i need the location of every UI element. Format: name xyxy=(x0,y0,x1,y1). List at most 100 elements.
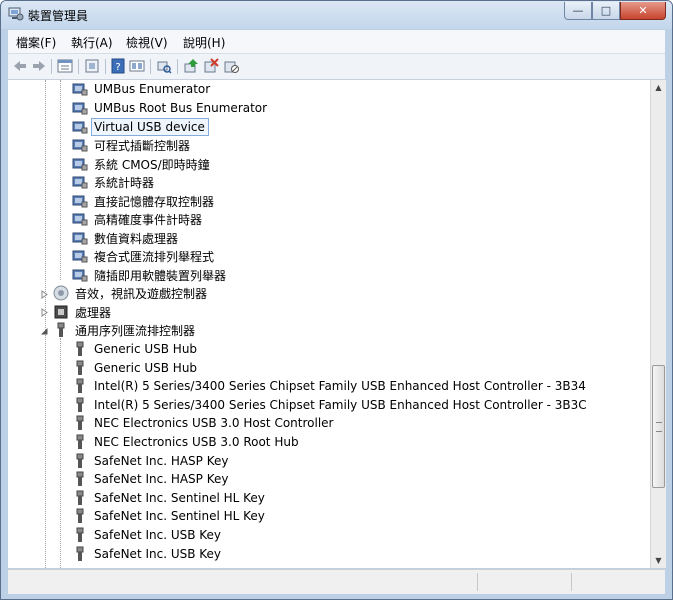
help-icon[interactable]: ? xyxy=(110,58,126,74)
system-device-icon xyxy=(72,195,88,208)
scan-hardware-icon[interactable] xyxy=(156,58,172,74)
forward-arrow-icon[interactable] xyxy=(31,58,47,74)
menu-bar: 檔案(F) 執行(A) 檢視(V) 說明(H) xyxy=(8,30,665,54)
uninstall-icon[interactable] xyxy=(203,58,219,74)
category-label: 音效，視訊及遊戲控制器 xyxy=(75,286,208,301)
processor-chip-icon xyxy=(54,305,68,319)
device-label: NEC Electronics USB 3.0 Host Controller xyxy=(94,416,334,430)
status-bar xyxy=(8,569,665,594)
tree-item[interactable]: 複合式匯流排列舉程式 xyxy=(72,247,214,265)
system-device-icon xyxy=(72,102,88,115)
tree-category-processor[interactable]: 處理器 xyxy=(53,303,111,321)
vertical-scrollbar[interactable]: ▲ ▼ xyxy=(650,80,666,568)
tree-item[interactable]: NEC Electronics USB 3.0 Host Controller xyxy=(72,414,333,432)
system-device-icon xyxy=(72,213,88,226)
device-label: 數值資料處理器 xyxy=(94,231,179,246)
maximize-button[interactable]: □ xyxy=(592,2,620,20)
tree-item[interactable]: Intel(R) 5 Series/3400 Series Chipset Fa… xyxy=(72,377,586,395)
device-view-icon[interactable] xyxy=(84,58,100,74)
device-label: 高精確度事件計時器 xyxy=(94,212,203,227)
usb-connector-icon xyxy=(76,471,84,486)
grip-icon xyxy=(656,422,662,432)
tree-connector xyxy=(60,338,61,568)
tree-category-sound[interactable]: 音效，視訊及遊戲控制器 xyxy=(53,284,207,302)
system-device-icon xyxy=(72,139,88,152)
tree-connector xyxy=(45,80,46,568)
system-device-icon xyxy=(72,232,88,245)
toolbar-separator xyxy=(150,59,151,74)
device-label: Generic USB Hub xyxy=(94,342,198,356)
device-label: UMBus Enumerator xyxy=(94,82,211,96)
menu-help[interactable]: 說明(H) xyxy=(183,34,225,51)
tree-item[interactable]: SafeNet Inc. USB Key xyxy=(72,526,221,544)
system-device-icon xyxy=(72,83,88,96)
tree-item[interactable]: 隨插即用軟體裝置列舉器 xyxy=(72,266,226,284)
tree-item[interactable]: 系統計時器 xyxy=(72,173,154,191)
window-controls: — □ ✕ xyxy=(564,2,666,20)
collapse-arrow-icon[interactable] xyxy=(40,327,49,336)
tree-item[interactable]: 可程式插斷控制器 xyxy=(72,136,190,154)
device-label: 系統 CMOS/即時時鐘 xyxy=(94,157,210,172)
tree-item[interactable]: SafeNet Inc. HASP Key xyxy=(72,452,228,470)
device-label: 複合式匯流排列舉程式 xyxy=(94,249,215,264)
system-device-icon xyxy=(72,250,88,263)
title-bar[interactable]: 裝置管理員 — □ ✕ xyxy=(1,1,672,29)
tree-item[interactable]: Intel(R) 5 Series/3400 Series Chipset Fa… xyxy=(72,396,587,414)
tree-item[interactable]: 直接記憶體存取控制器 xyxy=(72,192,214,210)
menu-action[interactable]: 執行(A) xyxy=(71,34,113,51)
toolbar-separator xyxy=(51,59,52,74)
tree-item[interactable]: 數值資料處理器 xyxy=(72,229,178,247)
scroll-down-arrow-icon[interactable]: ▼ xyxy=(651,553,666,568)
window-title: 裝置管理員 xyxy=(28,9,89,23)
device-manager-window: 裝置管理員 — □ ✕ 檔案(F) 執行(A) 檢視(V) 說明(H) ? UM… xyxy=(0,0,673,600)
device-label: 可程式插斷控制器 xyxy=(94,138,191,153)
usb-connector-icon xyxy=(76,378,84,393)
device-tree[interactable]: UMBus Enumerator UMBus Root Bus Enumerat… xyxy=(8,80,650,568)
properties-list-icon[interactable] xyxy=(57,58,73,74)
scrollbar-thumb[interactable] xyxy=(652,365,665,488)
menu-file[interactable]: 檔案(F) xyxy=(16,34,56,51)
back-arrow-icon[interactable] xyxy=(12,58,28,74)
close-button[interactable]: ✕ xyxy=(620,2,666,20)
device-manager-icon xyxy=(8,7,24,21)
usb-connector-icon xyxy=(76,527,84,542)
usb-connector-icon xyxy=(76,453,84,468)
device-label: 直接記憶體存取控制器 xyxy=(94,194,215,209)
usb-connector-icon xyxy=(57,322,65,337)
tree-item[interactable]: NEC Electronics USB 3.0 Root Hub xyxy=(72,433,299,451)
tree-item[interactable]: 系統 CMOS/即時時鐘 xyxy=(72,155,210,173)
tree-category-usb[interactable]: 通用序列匯流排控制器 xyxy=(53,321,195,339)
minimize-button[interactable]: — xyxy=(564,2,592,20)
status-divider xyxy=(477,573,478,591)
tree-item[interactable]: UMBus Root Bus Enumerator xyxy=(72,99,267,117)
toolbar-separator xyxy=(105,59,106,74)
device-label: 隨插即用軟體裝置列舉器 xyxy=(94,268,227,283)
tree-item[interactable]: SafeNet Inc. Sentinel HL Key xyxy=(72,489,265,507)
tree-item[interactable]: Generic USB Hub xyxy=(72,359,197,377)
expand-arrow-icon[interactable] xyxy=(40,290,49,299)
tree-item[interactable]: UMBus Enumerator xyxy=(72,80,210,98)
disable-icon[interactable] xyxy=(223,58,239,74)
tree-connector xyxy=(60,80,61,280)
tree-item[interactable]: Generic USB Hub xyxy=(72,340,197,358)
tree-item[interactable]: 高精確度事件計時器 xyxy=(72,210,202,228)
category-label: 處理器 xyxy=(75,305,112,320)
tree-item[interactable]: SafeNet Inc. USB Key xyxy=(72,545,221,563)
update-driver-icon[interactable] xyxy=(183,58,199,74)
scroll-up-arrow-icon[interactable]: ▲ xyxy=(651,80,666,95)
toolbar: ? xyxy=(8,54,665,80)
device-label: SafeNet Inc. HASP Key xyxy=(94,472,229,486)
usb-connector-icon xyxy=(76,360,84,375)
tree-item[interactable]: SafeNet Inc. Sentinel HL Key xyxy=(72,507,265,525)
menu-view[interactable]: 檢視(V) xyxy=(126,34,168,51)
device-label: SafeNet Inc. HASP Key xyxy=(94,454,229,468)
toolbar-separator xyxy=(78,59,79,74)
usb-connector-icon xyxy=(76,397,84,412)
resources-view-icon[interactable] xyxy=(129,58,145,74)
tree-item-selected[interactable]: Virtual USB device xyxy=(72,118,209,136)
device-label: Virtual USB device xyxy=(91,118,209,136)
system-device-icon xyxy=(72,121,88,134)
expand-arrow-icon[interactable] xyxy=(40,308,49,317)
usb-connector-icon xyxy=(76,434,84,449)
tree-item[interactable]: SafeNet Inc. HASP Key xyxy=(72,470,228,488)
